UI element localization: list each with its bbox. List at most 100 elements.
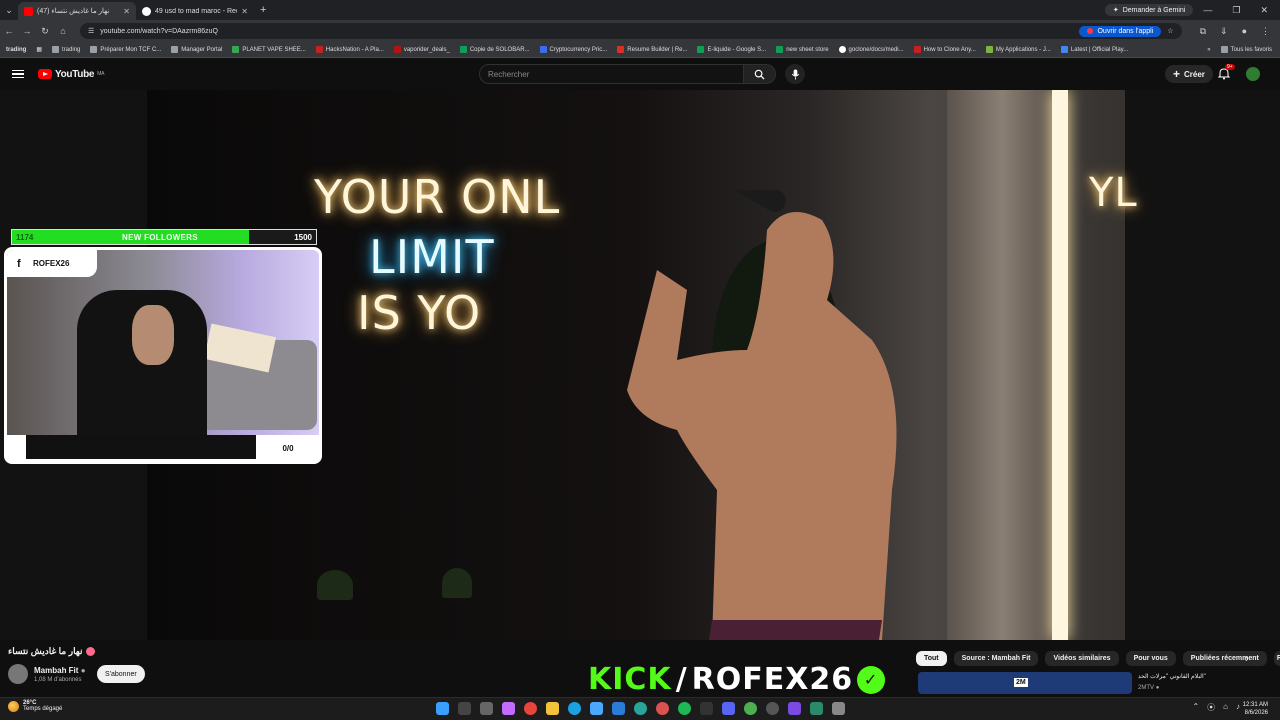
tab-youtube[interactable]: (47) نهار ما غاديش نتساء ✕ — [18, 2, 136, 20]
channel-avatar[interactable] — [8, 664, 28, 684]
address-bar[interactable]: ☰ youtube.com/watch?v=DAazrm86zuQ Ouvrir… — [80, 23, 1182, 39]
chip-all[interactable]: Tout — [916, 651, 947, 666]
related-title[interactable]: البلام القانوني "مرلات الحد" — [1138, 673, 1206, 680]
neon-sign-line1: YOUR ONL — [314, 170, 561, 224]
window-icon[interactable] — [832, 702, 845, 715]
windows-start-icon[interactable] — [436, 702, 449, 715]
related-filter-chips: Tout Source : Mambah Fit Vidéos similair… — [916, 651, 1280, 666]
edge-icon[interactable] — [568, 702, 581, 715]
star-icon[interactable]: ☆ — [1167, 27, 1173, 35]
sheets-icon — [459, 46, 467, 53]
bookmark[interactable]: PLANET VAPE SHEE... — [232, 46, 306, 53]
bookmark[interactable]: Copie de SOLOBAR... — [459, 46, 530, 53]
bookmark-icon — [393, 46, 401, 53]
menu-icon[interactable] — [12, 69, 24, 79]
reload-icon[interactable]: ↻ — [36, 26, 54, 37]
copilot-icon[interactable] — [502, 702, 515, 715]
close-icon[interactable]: ✕ — [241, 7, 248, 16]
profile-icon[interactable]: ● — [1242, 26, 1247, 37]
chip-for-you[interactable]: Pour vous — [1125, 651, 1176, 666]
weather-widget[interactable]: 26°C Temps dégagé — [8, 700, 62, 712]
tab-search-icon[interactable]: ⌄ — [0, 5, 18, 16]
task-view-icon[interactable] — [480, 702, 493, 715]
bookmark[interactable]: Latest | Official Play... — [1060, 46, 1128, 53]
chrome-icon[interactable] — [524, 702, 537, 715]
youtube-logo[interactable]: YouTube MA — [38, 69, 104, 80]
spotify-icon[interactable] — [678, 702, 691, 715]
vs-icon[interactable] — [788, 702, 801, 715]
site-info-icon[interactable]: ☰ — [88, 27, 94, 35]
network-icon[interactable]: ⌂ — [1223, 702, 1228, 713]
forward-icon[interactable]: → — [18, 26, 36, 36]
bookmark[interactable]: goclone/docs/medi... — [838, 46, 904, 53]
location-icon[interactable]: ⦿ — [1207, 702, 1215, 713]
discord-icon[interactable] — [722, 702, 735, 715]
bookmark[interactable]: E-liquide - Google S... — [697, 46, 766, 53]
new-tab-button[interactable]: + — [254, 4, 272, 16]
mail-icon[interactable] — [612, 702, 625, 715]
bookmark-folder[interactable]: trading — [52, 46, 80, 53]
chrome-alt-icon[interactable] — [744, 702, 757, 715]
obs-icon[interactable] — [766, 702, 779, 715]
create-button[interactable]: + Créer — [1165, 65, 1213, 83]
capcut-icon[interactable] — [700, 702, 713, 715]
minimize-icon[interactable]: — — [1203, 5, 1212, 16]
menu-icon[interactable]: ⋮ — [1261, 26, 1270, 37]
create-label: Créer — [1184, 69, 1205, 79]
bookmark[interactable]: Cryptocurrency Pric... — [539, 46, 607, 53]
tab-google-search[interactable]: 49 usd to mad maroc - Recherc ✕ — [136, 2, 254, 20]
streamer-face — [132, 305, 174, 365]
gemini-button[interactable]: ✦ Demander à Gemini — [1104, 4, 1194, 16]
search-button[interactable] — [744, 64, 776, 84]
edge-dev-icon[interactable] — [634, 702, 647, 715]
bookmark[interactable]: Resume Builder | Re... — [617, 46, 687, 53]
voice-search-button[interactable] — [785, 64, 805, 84]
chevron-right-icon[interactable]: › — [1245, 653, 1249, 665]
notifications-button[interactable]: 9+ — [1217, 64, 1235, 81]
sun-app-icon[interactable] — [656, 702, 669, 715]
open-in-app-button[interactable]: Ouvrir dans l'appli — [1079, 25, 1162, 37]
tray-chevron-icon[interactable]: ⌃ — [1192, 702, 1199, 713]
app-icon[interactable] — [810, 702, 823, 715]
bookmark[interactable]: new sheet store — [776, 46, 829, 53]
maximize-icon[interactable]: ❐ — [1232, 5, 1240, 16]
webcam-footer — [26, 435, 256, 459]
video-title: نهار ما غاديش نتساء — [8, 646, 96, 657]
chip-source[interactable]: Source : Mambah Fit — [953, 651, 1039, 666]
kick-banner: KICK / ROFEX26 ✓ — [588, 662, 886, 697]
back-icon[interactable]: ← — [0, 26, 18, 36]
bookmark[interactable]: HacksNation - A Pla... — [315, 46, 384, 53]
bookmark-pinned[interactable]: trading — [6, 47, 26, 53]
account-avatar[interactable] — [1246, 67, 1260, 81]
search-icon[interactable] — [458, 702, 471, 715]
bookmark[interactable]: vaporider_deals_ — [393, 46, 450, 53]
channel-info[interactable]: Mambah Fit ● 1,08 M d'abonnés — [8, 664, 86, 684]
close-window-icon[interactable]: ✕ — [1260, 5, 1268, 16]
all-bookmarks[interactable]: Tous les favoris — [1220, 46, 1272, 53]
more-bookmarks-icon[interactable]: » — [1207, 47, 1210, 53]
chip-recent[interactable]: Publiées récemment — [1182, 651, 1267, 666]
subscribe-button[interactable]: S'abonner — [97, 665, 145, 683]
apps-icon[interactable]: ▦ — [36, 46, 42, 53]
volume-icon[interactable]: ♪ — [1236, 702, 1240, 713]
file-explorer-icon[interactable] — [546, 702, 559, 715]
home-icon[interactable]: ⌂ — [54, 26, 72, 36]
wall-column — [947, 90, 1057, 640]
bookmark[interactable]: Préparer Mon TCF C... — [90, 46, 161, 53]
download-icon[interactable]: ⇓ — [1220, 26, 1228, 37]
extensions-icon[interactable]: ⧉ — [1200, 26, 1206, 37]
kick-logo-text: KICK — [588, 662, 672, 697]
store-icon[interactable] — [590, 702, 603, 715]
chip-more[interactable]: R — [1273, 651, 1280, 666]
clock[interactable]: 12:31 AM 8/6/2026 — [1243, 701, 1268, 717]
bookmark-icon — [617, 46, 625, 53]
chip-similar[interactable]: Vidéos similaires — [1045, 651, 1119, 666]
github-icon — [838, 46, 846, 53]
close-icon[interactable]: ✕ — [123, 7, 130, 16]
bookmark[interactable]: How to Clone Any... — [913, 46, 976, 53]
search-input[interactable]: Rechercher — [479, 64, 744, 84]
bookmark[interactable]: My Applications - J... — [985, 46, 1051, 53]
related-thumbnail[interactable]: 2M — [918, 672, 1132, 694]
channel-name[interactable]: Mambah Fit ● — [34, 666, 86, 675]
bookmark[interactable]: Manager Portal — [171, 46, 222, 53]
